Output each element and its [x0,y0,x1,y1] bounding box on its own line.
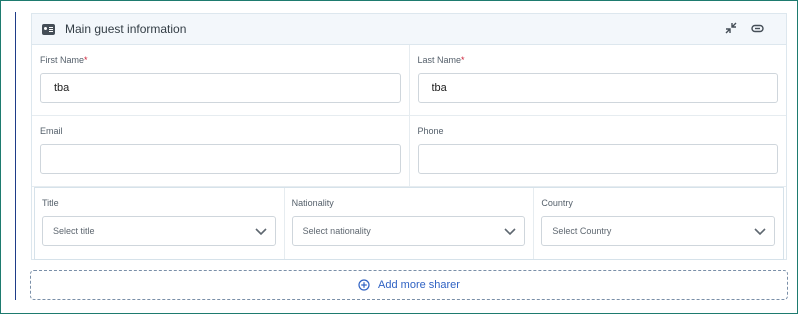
header-actions [725,22,764,34]
title-placeholder: Select title [53,226,95,236]
title-cell: Title Select title [35,188,284,259]
nationality-cell: Nationality Select nationality [283,188,534,259]
required-marker: * [84,55,88,65]
email-field[interactable] [40,144,401,174]
card-title: Main guest information [65,22,187,36]
first-name-label: First Name* [40,55,88,65]
collapse-arrows-icon[interactable] [725,22,737,34]
email-label: Email [40,126,63,136]
last-name-label: Last Name* [417,55,465,65]
main-guest-card: Main guest information First Name* Last … [31,13,787,260]
country-cell: Country Select Country [533,188,783,259]
title-label: Title [42,198,59,208]
first-name-cell: First Name* [32,45,409,115]
required-marker: * [461,55,465,65]
section-rail [15,12,16,300]
phone-label: Phone [417,126,444,136]
nationality-label: Nationality [291,198,334,208]
nationality-placeholder: Select nationality [302,226,371,236]
name-row: First Name* Last Name* [32,45,786,116]
country-label: Country [541,198,573,208]
country-placeholder: Select Country [552,226,612,236]
phone-field[interactable] [417,144,778,174]
link-icon[interactable] [751,24,764,33]
chevron-down-icon [504,228,516,236]
last-name-cell: Last Name* [408,45,787,115]
email-cell: Email [32,116,409,186]
plus-circle-icon [358,279,370,291]
add-more-sharer-label: Add more sharer [378,279,460,291]
nationality-select[interactable]: Select nationality [291,216,526,246]
last-name-input[interactable] [417,73,778,103]
select-row: Title Select title Nationality Select na… [34,187,784,260]
first-name-input[interactable] [40,73,401,103]
title-select[interactable]: Select title [42,216,276,246]
chevron-down-icon [255,228,267,236]
card-header: Main guest information [32,14,786,45]
chevron-down-icon [754,228,766,236]
country-select[interactable]: Select Country [541,216,776,246]
add-more-sharer-button[interactable]: Add more sharer [30,270,788,300]
id-card-icon [42,23,55,35]
contact-row: Email Phone [32,116,786,187]
phone-cell: Phone [408,116,787,186]
